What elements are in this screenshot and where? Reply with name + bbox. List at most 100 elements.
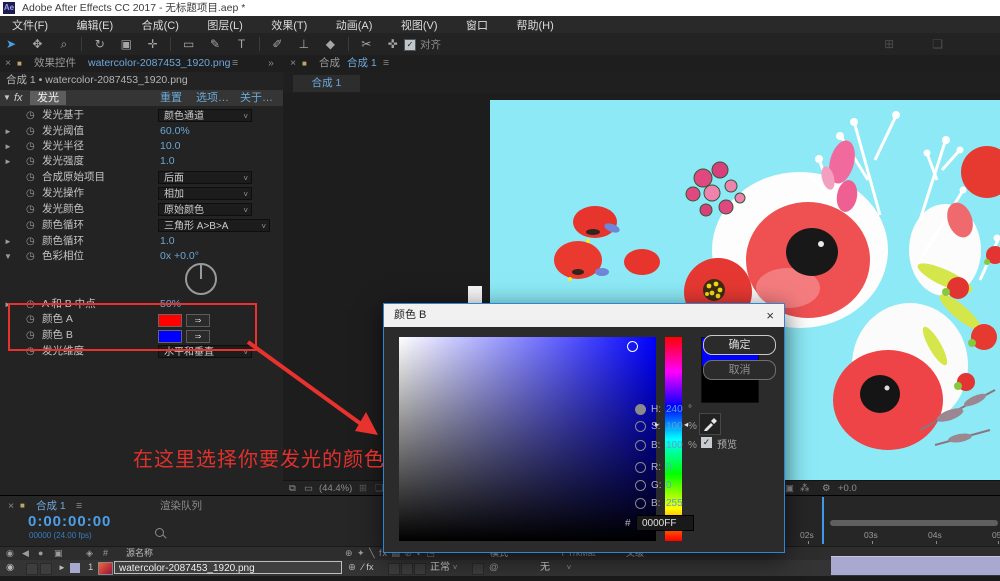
- about-link[interactable]: 关于…: [240, 90, 273, 106]
- property-value[interactable]: 10.0: [160, 139, 180, 154]
- effect-name[interactable]: 发光: [30, 91, 66, 105]
- b2-value[interactable]: 255: [666, 498, 683, 509]
- search-icon[interactable]: [155, 528, 164, 537]
- shy-switch-icon[interactable]: ⊕: [348, 560, 356, 576]
- g-radio[interactable]: [635, 480, 646, 491]
- monitor-icon[interactable]: ▭: [304, 481, 313, 496]
- ok-button[interactable]: 确定: [703, 335, 776, 355]
- camera-tool-icon[interactable]: ▣: [115, 33, 137, 55]
- trkmat-box[interactable]: [472, 563, 484, 575]
- b2-radio[interactable]: [635, 498, 646, 509]
- stamp-tool-icon[interactable]: ⊥: [293, 33, 315, 55]
- color-field-selector[interactable]: [627, 341, 638, 352]
- source-name-column-header[interactable]: 源名称: [126, 547, 153, 560]
- twirl-down-icon[interactable]: ▼: [3, 90, 11, 106]
- selection-tool-icon[interactable]: ➤: [0, 33, 22, 55]
- region-of-interest-icon[interactable]: ⧉: [289, 481, 296, 496]
- brush-tool-icon[interactable]: ✐: [266, 33, 288, 55]
- twirl-icon[interactable]: ►: [4, 124, 14, 139]
- cancel-button[interactable]: 取消: [703, 360, 776, 380]
- stopwatch-icon[interactable]: ◷: [26, 154, 35, 169]
- h-radio[interactable]: [635, 404, 646, 415]
- current-time-indicator[interactable]: [822, 497, 824, 544]
- eyedropper-button[interactable]: [699, 413, 721, 435]
- effect-header-row[interactable]: ▼ fx 发光 重置 选项… 关于…: [0, 90, 283, 106]
- workspace-icon[interactable]: ⊞: [878, 33, 900, 55]
- switch-box[interactable]: [414, 563, 426, 575]
- type-tool-icon[interactable]: T: [231, 33, 253, 55]
- fx-icon[interactable]: fx: [14, 90, 23, 106]
- composite-original-dropdown[interactable]: 后面 ˅: [158, 171, 252, 184]
- panel-overflow-icon[interactable]: »: [268, 55, 274, 72]
- snap-checkbox[interactable]: ✓: [404, 39, 416, 51]
- glow-colors-dropdown[interactable]: 原始颜色 ˅: [158, 203, 252, 216]
- timeline-horizontal-scrollbar[interactable]: [830, 520, 998, 526]
- label-color-icon[interactable]: ◈: [86, 547, 93, 560]
- audio-icon[interactable]: ◀: [22, 547, 29, 560]
- stopwatch-icon[interactable]: ◷: [26, 139, 35, 154]
- twirl-icon[interactable]: ►: [4, 139, 14, 154]
- viewer-tab[interactable]: 合成 1: [293, 75, 360, 92]
- zoom-tool-icon[interactable]: ⌕: [53, 33, 75, 55]
- stopwatch-icon[interactable]: ◷: [26, 218, 35, 233]
- panel-menu-icon[interactable]: ≡: [232, 55, 238, 72]
- dialog-titlebar[interactable]: 颜色 B ×: [384, 304, 784, 327]
- label-color-swatch[interactable]: [70, 563, 80, 573]
- stopwatch-icon[interactable]: ◷: [26, 124, 35, 139]
- eraser-tool-icon[interactable]: ◆: [319, 33, 341, 55]
- stopwatch-icon[interactable]: ◷: [26, 234, 35, 249]
- s-radio[interactable]: [635, 421, 646, 432]
- stopwatch-icon[interactable]: ◷: [26, 186, 35, 201]
- preview-checkbox[interactable]: ✓: [701, 437, 712, 448]
- switch-box[interactable]: [401, 563, 413, 575]
- twirl-down-icon[interactable]: ▼: [4, 249, 14, 264]
- panel-menu-icon[interactable]: ≡: [383, 55, 389, 72]
- layer-duration-bar[interactable]: [831, 556, 1000, 575]
- h-value[interactable]: 240: [666, 404, 683, 415]
- color-looping-dropdown[interactable]: 三角形 A>B>A ˅: [158, 219, 270, 232]
- blend-mode-dropdown[interactable]: 正常 ˅: [430, 561, 457, 574]
- audio-toggle[interactable]: [26, 563, 38, 575]
- stopwatch-icon[interactable]: ◷: [26, 202, 35, 217]
- r-value[interactable]: 0: [666, 462, 672, 473]
- current-time-display[interactable]: 0:00:00:00: [28, 513, 111, 530]
- switch-box[interactable]: [388, 563, 400, 575]
- close-icon[interactable]: ×: [766, 304, 774, 327]
- camera-view-icon[interactable]: ▣: [785, 481, 794, 496]
- pan-behind-tool-icon[interactable]: ✛: [142, 33, 164, 55]
- layer-fx-icon[interactable]: ⁄ fx: [362, 560, 374, 576]
- roto-brush-tool-icon[interactable]: ✂: [355, 33, 377, 55]
- hex-input[interactable]: 0000FF: [636, 515, 694, 531]
- render-queue-tab[interactable]: 渲染队列: [160, 497, 202, 515]
- layer-number-icon[interactable]: #: [103, 547, 108, 560]
- parent-dropdown[interactable]: 无 ˅: [540, 561, 571, 574]
- saturation-brightness-field[interactable]: [399, 337, 656, 541]
- r-radio[interactable]: [635, 462, 646, 473]
- close-icon[interactable]: ×: [290, 55, 296, 72]
- exposure-gear-icon[interactable]: ⚙: [822, 481, 831, 496]
- view-layout-icon[interactable]: ⁂: [800, 481, 810, 496]
- property-value[interactable]: 1.0: [160, 234, 175, 249]
- lock-icon[interactable]: ▣: [54, 547, 63, 560]
- puppet-pin-tool-icon[interactable]: ✜: [382, 33, 404, 55]
- b-value[interactable]: 100: [666, 440, 683, 451]
- close-icon[interactable]: ×: [5, 55, 11, 72]
- color-phase-dial[interactable]: [184, 262, 218, 296]
- options-link[interactable]: 选项…: [196, 90, 229, 106]
- reset-link[interactable]: 重置: [160, 90, 182, 106]
- property-value[interactable]: 60.0%: [160, 124, 190, 139]
- stopwatch-icon[interactable]: ◷: [26, 108, 35, 123]
- b-radio[interactable]: [635, 440, 646, 451]
- g-value[interactable]: 0: [666, 480, 672, 491]
- hand-tool-icon[interactable]: ✥: [26, 33, 48, 55]
- glow-based-on-dropdown[interactable]: 颜色通道 ˅: [158, 109, 252, 122]
- twirl-icon[interactable]: ►: [58, 560, 66, 576]
- property-value[interactable]: 1.0: [160, 154, 175, 169]
- solo-icon[interactable]: ●: [38, 547, 43, 560]
- stopwatch-icon[interactable]: ◷: [26, 249, 35, 264]
- eye-icon[interactable]: ◉: [6, 547, 14, 560]
- mask-shape-tool-icon[interactable]: ▭: [178, 33, 200, 55]
- stopwatch-icon[interactable]: ◷: [26, 170, 35, 185]
- twirl-icon[interactable]: ►: [4, 154, 14, 169]
- hue-slider[interactable]: [665, 337, 682, 541]
